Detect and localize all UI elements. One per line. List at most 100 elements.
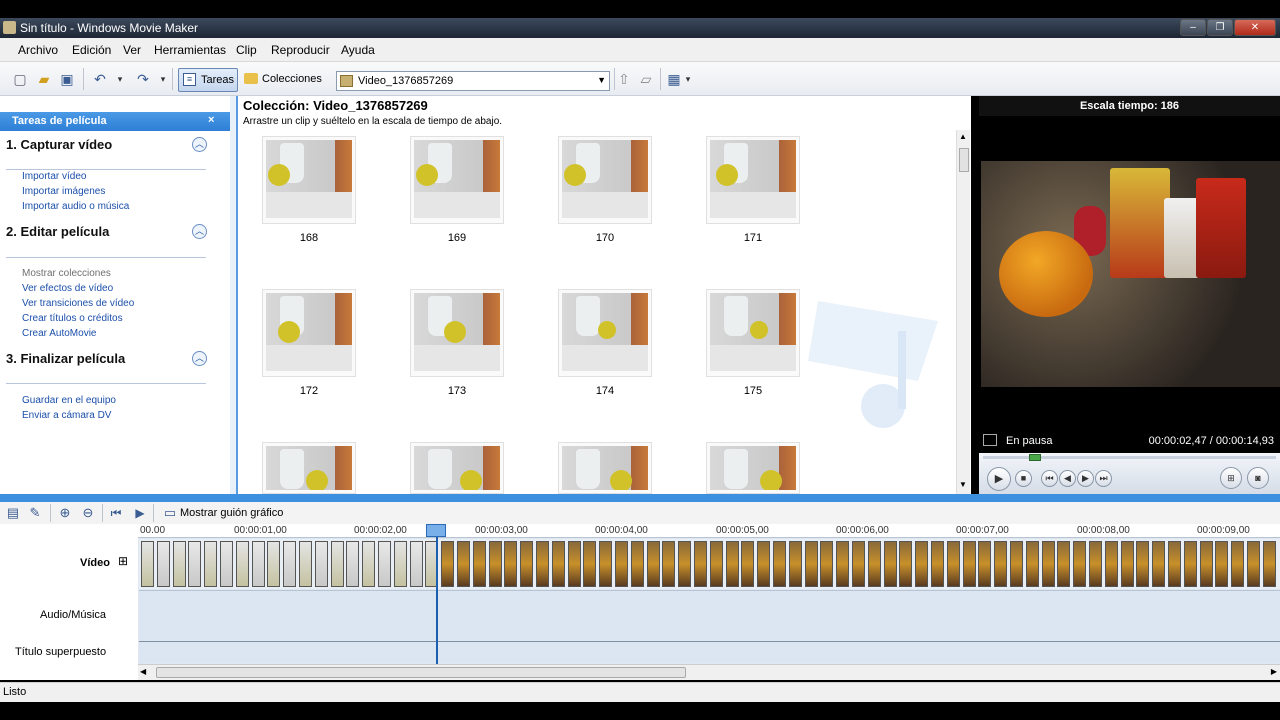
- time-ruler[interactable]: 00.00 00:00:01,00 00:00:02,00 00:00:03,0…: [138, 524, 1280, 538]
- clip-thumbnail[interactable]: [558, 442, 652, 494]
- undo-icon[interactable]: ↶: [92, 71, 108, 87]
- scroll-down-icon[interactable]: ▼: [959, 480, 967, 489]
- playhead-line[interactable]: [436, 537, 438, 664]
- redo-icon[interactable]: ↷: [135, 71, 151, 87]
- seek-bar[interactable]: [983, 456, 1276, 459]
- expand-track-icon[interactable]: ⊞: [118, 554, 128, 568]
- clip-thumbnail[interactable]: [706, 442, 800, 494]
- menu-edicion[interactable]: Edición: [72, 43, 111, 57]
- scroll-left-icon[interactable]: ◀: [140, 667, 146, 676]
- video-frame: [1168, 541, 1181, 587]
- video-frame: [836, 541, 850, 587]
- show-storyboard-button[interactable]: Mostrar guión gráfico: [180, 507, 283, 519]
- toolbar-separator: [614, 68, 615, 90]
- clip-thumbnail[interactable]: [410, 136, 504, 224]
- new-collection-icon[interactable]: ▱: [638, 71, 654, 87]
- rewind-timeline-icon[interactable]: ⏮: [108, 505, 124, 521]
- link-import-video[interactable]: Importar vídeo: [22, 171, 86, 182]
- clip-thumbnail[interactable]: [558, 136, 652, 224]
- video-frame: [457, 541, 470, 587]
- title-overlay-track[interactable]: [139, 641, 1280, 663]
- clip-thumbnail[interactable]: [706, 136, 800, 224]
- link-video-transitions[interactable]: Ver transiciones de vídeo: [22, 298, 134, 309]
- link-video-effects[interactable]: Ver efectos de vídeo: [22, 283, 113, 294]
- collapse-chevron-icon[interactable]: ︿: [192, 351, 207, 366]
- clip-thumbnail[interactable]: [262, 289, 356, 377]
- menu-ver[interactable]: Ver: [123, 43, 141, 57]
- scroll-thumb[interactable]: [959, 148, 969, 172]
- views-dropdown-icon[interactable]: ▾: [680, 71, 696, 87]
- tasks-button[interactable]: ≡ Tareas: [178, 68, 238, 92]
- fullscreen-icon[interactable]: [983, 434, 997, 446]
- section-divider: [6, 383, 206, 384]
- title-bar: Sin título - Windows Movie Maker – ❐ ✕: [0, 18, 1280, 38]
- link-show-collections[interactable]: Mostrar colecciones: [22, 268, 111, 279]
- menu-herramientas[interactable]: Herramientas: [154, 43, 226, 57]
- menu-clip[interactable]: Clip: [236, 43, 257, 57]
- menu-reproducir[interactable]: Reproducir: [271, 43, 330, 57]
- storyboard-icon[interactable]: ▤: [5, 505, 21, 521]
- video-frame: [362, 541, 376, 587]
- scroll-up-icon[interactable]: ▲: [959, 132, 967, 141]
- narrate-mic-icon[interactable]: ✎: [27, 505, 43, 521]
- clip-thumbnail[interactable]: [262, 136, 356, 224]
- clip-thumbnail[interactable]: [262, 442, 356, 494]
- section-edit-title[interactable]: 2. Editar película: [6, 224, 109, 239]
- open-folder-icon[interactable]: ▰: [36, 71, 52, 87]
- menu-ayuda[interactable]: Ayuda: [341, 43, 375, 57]
- section-finish-title[interactable]: 3. Finalizar película: [6, 351, 125, 366]
- link-import-audio[interactable]: Importar audio o música: [22, 201, 129, 212]
- collapse-chevron-icon[interactable]: ︿: [192, 224, 207, 239]
- maximize-button[interactable]: ❐: [1207, 19, 1233, 36]
- link-import-images[interactable]: Importar imágenes: [22, 186, 105, 197]
- link-titles-credits[interactable]: Crear títulos o créditos: [22, 313, 123, 324]
- clip-label: 172: [299, 385, 319, 397]
- zoom-in-icon[interactable]: ⊕: [57, 505, 73, 521]
- clip-thumbnail[interactable]: [410, 442, 504, 494]
- clip-thumbnail[interactable]: [410, 289, 504, 377]
- undo-dropdown-icon[interactable]: ▾: [112, 71, 128, 87]
- minimize-button[interactable]: –: [1180, 19, 1206, 36]
- video-track-label: Vídeo: [80, 557, 110, 569]
- stop-icon[interactable]: ■: [1015, 470, 1032, 487]
- snapshot-icon[interactable]: ◙: [1247, 467, 1269, 489]
- link-automovie[interactable]: Crear AutoMovie: [22, 328, 96, 339]
- pane-splitter[interactable]: [0, 494, 1280, 502]
- collections-button[interactable]: Colecciones: [243, 68, 329, 92]
- link-send-dv[interactable]: Enviar a cámara DV: [22, 410, 111, 421]
- save-icon[interactable]: ▣: [59, 71, 75, 87]
- timeline-scroll-thumb[interactable]: [156, 667, 686, 678]
- collapse-chevron-icon[interactable]: ︿: [192, 137, 207, 152]
- play-timeline-icon[interactable]: ▶: [132, 505, 148, 521]
- video-track[interactable]: [139, 539, 1280, 589]
- split-clip-icon[interactable]: ⊞: [1220, 467, 1242, 489]
- new-file-icon[interactable]: ▢: [12, 71, 28, 87]
- prev-frame-icon[interactable]: ◀: [1059, 470, 1076, 487]
- menu-archivo[interactable]: Archivo: [18, 43, 58, 57]
- video-frame: [235, 541, 249, 587]
- close-button[interactable]: ✕: [1234, 19, 1276, 36]
- clip-thumbnail[interactable]: [558, 289, 652, 377]
- redo-dropdown-icon[interactable]: ▾: [155, 71, 171, 87]
- section-capture-title[interactable]: 1. Capturar vídeo: [6, 137, 112, 152]
- scroll-right-icon[interactable]: ▶: [1271, 667, 1277, 676]
- link-save-computer[interactable]: Guardar en el equipo: [22, 395, 116, 406]
- clip-thumbnail[interactable]: [706, 289, 800, 377]
- video-frame: [1199, 541, 1213, 587]
- close-icon[interactable]: ×: [208, 114, 214, 126]
- seek-thumb[interactable]: [1029, 454, 1041, 461]
- clip-label: 171: [743, 232, 763, 244]
- collection-select[interactable]: Video_1376857269 ▼: [336, 71, 610, 91]
- play-icon[interactable]: ▶: [987, 467, 1011, 491]
- rewind-icon[interactable]: ⏮: [1041, 470, 1058, 487]
- next-frame-icon[interactable]: ▶: [1077, 470, 1094, 487]
- chevron-down-icon[interactable]: ▼: [597, 75, 606, 85]
- collection-scrollbar[interactable]: ▲ ▼: [956, 130, 970, 494]
- up-level-icon[interactable]: ⇧: [616, 71, 632, 87]
- zoom-out-icon[interactable]: ⊖: [80, 505, 96, 521]
- fast-forward-icon[interactable]: ⏭: [1095, 470, 1112, 487]
- show-storyboard-icon[interactable]: ▭: [162, 505, 178, 521]
- timeline-scrollbar[interactable]: ◀ ▶: [138, 664, 1280, 680]
- audio-track[interactable]: [139, 590, 1280, 640]
- playhead-marker[interactable]: [426, 524, 446, 537]
